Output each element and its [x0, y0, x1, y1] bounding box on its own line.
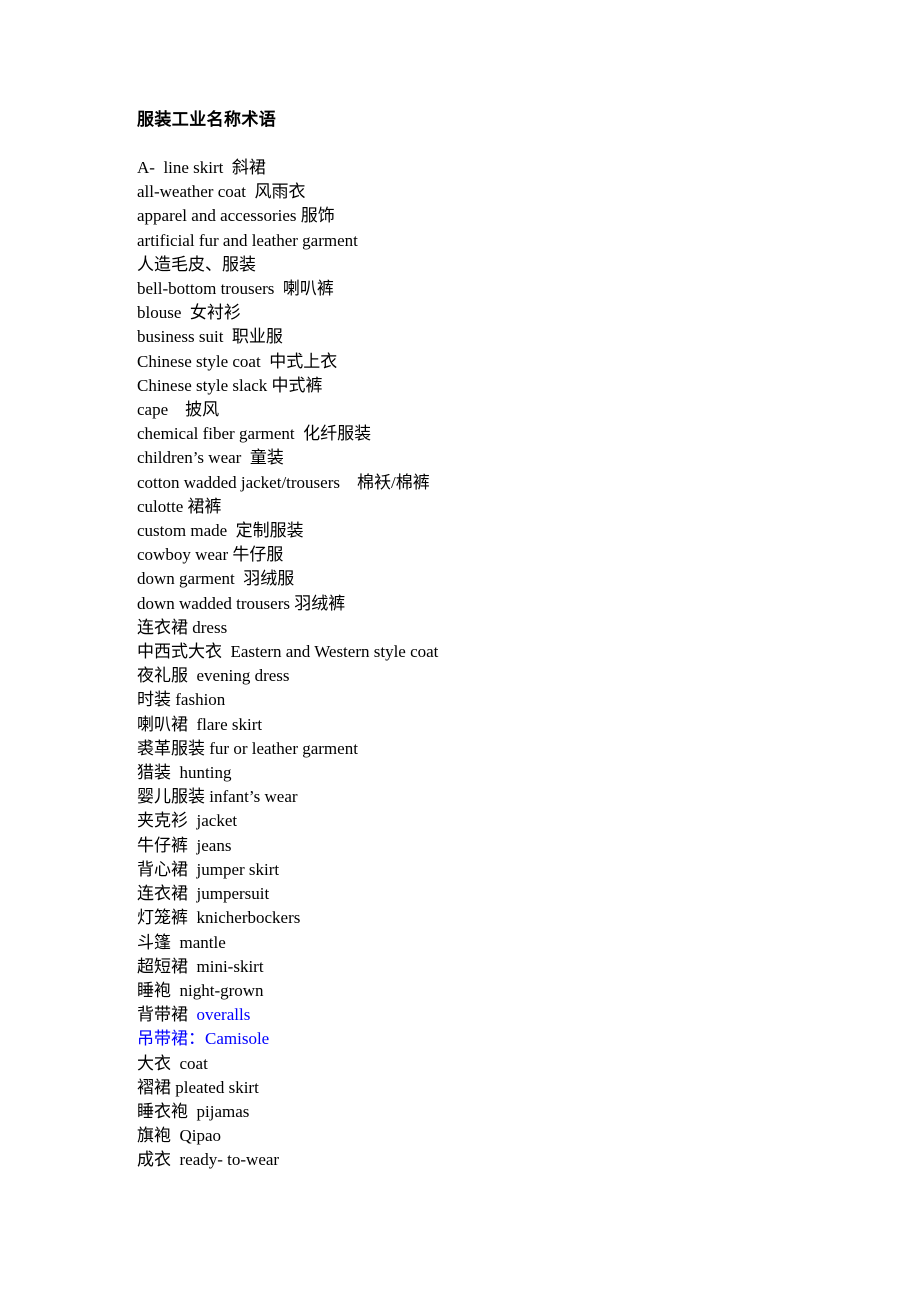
term-text: 斗篷 mantle: [137, 932, 226, 952]
term-line: Chinese style coat 中式上衣: [137, 350, 837, 374]
term-line: 猎装 hunting: [137, 761, 837, 785]
term-line: custom made 定制服装: [137, 519, 837, 543]
term-text: 牛仔裤 jeans: [137, 835, 232, 855]
term-text: custom made 定制服装: [137, 521, 304, 541]
document-body: 服装工业名称术语 A- line skirt 斜裙 all-weather coa…: [137, 108, 837, 1173]
term-line: 背带裙 overalls: [137, 1003, 837, 1027]
term-line: A- line skirt 斜裙: [137, 156, 837, 180]
term-text: 猎装 hunting: [137, 763, 232, 783]
term-line: 婴儿服装 infant’s wear: [137, 785, 837, 809]
term-text: 吊带裙：Camisole: [137, 1029, 270, 1049]
term-text: Chinese style slack 中式裤: [137, 375, 323, 395]
term-text: 时装 fashion: [137, 690, 226, 710]
term-text: 人造毛皮、服装: [137, 254, 256, 274]
term-text: Chinese style coat 中式上衣: [137, 351, 338, 371]
term-line: chemical fiber garment 化纤服装: [137, 422, 837, 446]
term-text: 中西式大衣 Eastern and Western style coat: [137, 642, 439, 662]
term-text: 夜礼服 evening dress: [137, 666, 290, 686]
term-text: 背带裙: [137, 1005, 197, 1025]
term-text: bell-bottom trousers 喇叭裤: [137, 279, 334, 299]
term-text: 连衣裙 dress: [137, 617, 228, 637]
term-line: business suit 职业服: [137, 325, 837, 349]
term-line: cotton wadded jacket/trousers 棉袄/棉裤: [137, 471, 837, 495]
term-line: all-weather coat 风雨衣: [137, 180, 837, 204]
term-line: cowboy wear 牛仔服: [137, 543, 837, 567]
term-line: 夹克衫 jacket: [137, 809, 837, 833]
term-text: 连衣裙 jumpersuit: [137, 884, 270, 904]
term-line: 睡袍 night-grown: [137, 979, 837, 1003]
term-line: blouse 女衬衫: [137, 301, 837, 325]
term-text: culotte 裙裤: [137, 496, 222, 516]
term-line: 背心裙 jumper skirt: [137, 858, 837, 882]
term-text: 睡袍 night-grown: [137, 980, 264, 1000]
term-text: business suit 职业服: [137, 327, 283, 347]
term-text: artificial fur and leather garment: [137, 230, 358, 250]
terminology-list: A- line skirt 斜裙 all-weather coat 风雨衣 appa…: [137, 156, 837, 1173]
term-line: culotte 裙裤: [137, 495, 837, 519]
term-text: blouse 女衬衫: [137, 303, 241, 323]
term-text-highlight: overalls: [196, 1005, 251, 1025]
term-text: 成衣 ready- to-wear: [137, 1150, 280, 1170]
term-text: 背心裙 jumper skirt: [137, 859, 280, 879]
term-line: 裘革服装 fur or leather garment: [137, 737, 837, 761]
term-line: 夜礼服 evening dress: [137, 664, 837, 688]
term-text: chemical fiber garment 化纤服装: [137, 424, 372, 444]
term-line: cape 披风: [137, 398, 837, 422]
term-line: artificial fur and leather garment: [137, 229, 837, 253]
term-line: 牛仔裤 jeans: [137, 834, 837, 858]
term-text: 裘革服装 fur or leather garment: [137, 738, 358, 758]
term-line: 灯笼裤 knicherbockers: [137, 906, 837, 930]
term-text: down wadded trousers 羽绒裤: [137, 593, 346, 613]
term-text: 灯笼裤 knicherbockers: [137, 908, 301, 928]
term-text: 睡衣袍 pijamas: [137, 1101, 250, 1121]
term-text: 旗袍 Qipao: [137, 1126, 222, 1146]
term-line: 大衣 coat: [137, 1052, 837, 1076]
term-text: 大衣 coat: [137, 1053, 208, 1073]
term-line: 连衣裙 jumpersuit: [137, 882, 837, 906]
term-text: cape 披风: [137, 400, 220, 420]
term-line: children’s wear 童装: [137, 446, 837, 470]
term-text: 褶裙 pleated skirt: [137, 1077, 259, 1097]
term-text: 夹克衫 jacket: [137, 811, 238, 831]
page-title: 服装工业名称术语: [137, 110, 277, 129]
term-text: 超短裙 mini-skirt: [137, 956, 264, 976]
document-page: 服装工业名称术语 A- line skirt 斜裙 all-weather coa…: [0, 0, 920, 1302]
term-line: 成衣 ready- to-wear: [137, 1148, 837, 1172]
term-text: A- line skirt 斜裙: [137, 158, 266, 177]
term-line: 吊带裙：Camisole: [137, 1027, 837, 1051]
term-line: 斗篷 mantle: [137, 931, 837, 955]
term-line: 睡衣袍 pijamas: [137, 1100, 837, 1124]
term-line: 超短裙 mini-skirt: [137, 955, 837, 979]
term-line: apparel and accessories 服饰: [137, 204, 837, 228]
term-line: down garment 羽绒服: [137, 567, 837, 591]
term-line: bell-bottom trousers 喇叭裤: [137, 277, 837, 301]
term-line: 喇叭裙 flare skirt: [137, 713, 837, 737]
term-text: children’s wear 童装: [137, 448, 284, 468]
term-line: 旗袍 Qipao: [137, 1124, 837, 1148]
term-line: down wadded trousers 羽绒裤: [137, 592, 837, 616]
term-line: 人造毛皮、服装: [137, 253, 837, 277]
term-line: 中西式大衣 Eastern and Western style coat: [137, 640, 837, 664]
term-line: 褶裙 pleated skirt: [137, 1076, 837, 1100]
term-text: cotton wadded jacket/trousers 棉袄/棉裤: [137, 472, 430, 492]
term-text: cowboy wear 牛仔服: [137, 545, 284, 565]
term-text: 喇叭裙 flare skirt: [137, 714, 263, 734]
term-text: all-weather coat 风雨衣: [137, 182, 306, 202]
term-line: 连衣裙 dress: [137, 616, 837, 640]
term-text: 婴儿服装 infant’s wear: [137, 787, 298, 807]
term-text: down garment 羽绒服: [137, 569, 295, 589]
term-line: 时装 fashion: [137, 688, 837, 712]
title-spacer: [137, 132, 837, 156]
term-text: apparel and accessories 服饰: [137, 206, 335, 226]
term-line: Chinese style slack 中式裤: [137, 374, 837, 398]
